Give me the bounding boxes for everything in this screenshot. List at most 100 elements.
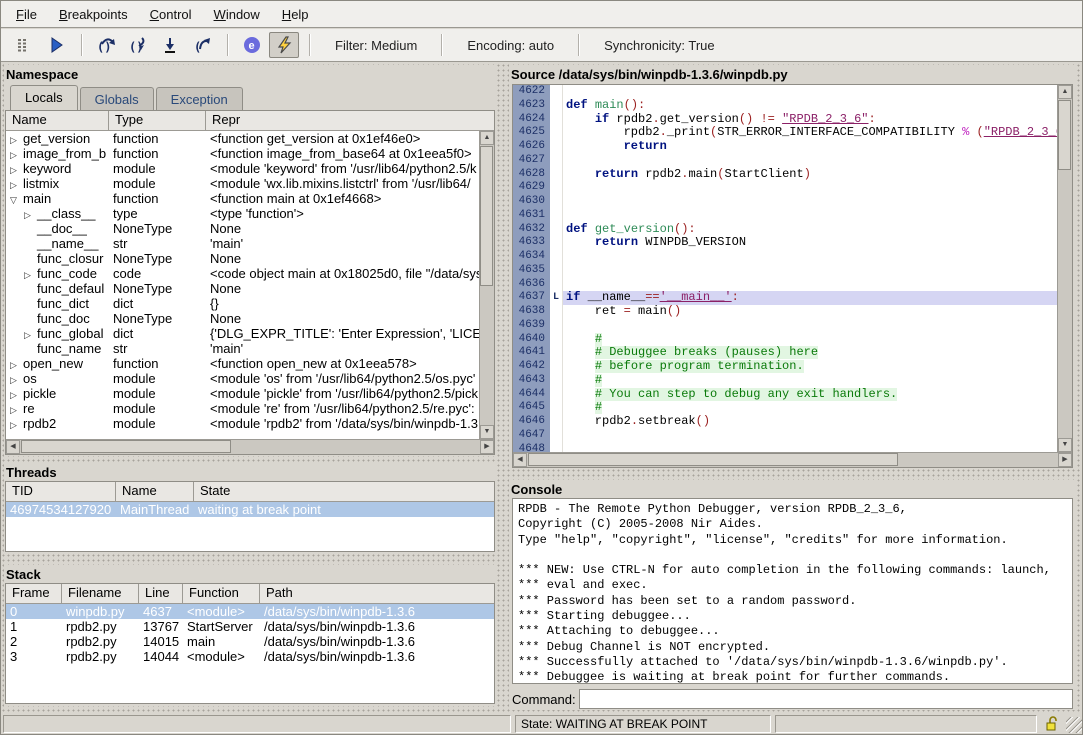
- source-line[interactable]: 4628 return rpdb2.main(StartClient): [513, 168, 1057, 182]
- source-line[interactable]: 4643 #: [513, 374, 1057, 388]
- encoding-button[interactable]: e: [237, 32, 267, 58]
- breakpoint-margin[interactable]: [550, 360, 563, 374]
- table-row[interactable]: ▷rpdb2module<module 'rpdb2' from '/data/…: [6, 416, 479, 431]
- namespace-vertical-scrollbar[interactable]: ▲ ▼: [479, 131, 494, 439]
- source-line[interactable]: 4623def main():: [513, 99, 1057, 113]
- tab-locals[interactable]: Locals: [10, 85, 78, 110]
- column-header-type[interactable]: Type: [109, 111, 206, 130]
- scroll-right-button[interactable]: ▶: [1058, 453, 1072, 467]
- tab-globals[interactable]: Globals: [80, 87, 154, 110]
- breakpoint-margin[interactable]: [550, 374, 563, 388]
- expand-arrow[interactable]: ▷: [10, 388, 23, 401]
- scrollbar-thumb[interactable]: [1058, 100, 1071, 170]
- expand-arrow[interactable]: ▷: [24, 328, 37, 341]
- scroll-left-button[interactable]: ◀: [6, 440, 20, 454]
- menu-item-file[interactable]: File: [5, 3, 48, 26]
- breakpoint-margin[interactable]: [550, 305, 563, 319]
- synchronicity-button[interactable]: [269, 32, 299, 58]
- source-line[interactable]: 4625 rpdb2._print(STR_ERROR_INTERFACE_CO…: [513, 126, 1057, 140]
- source-line[interactable]: 4626 return: [513, 140, 1057, 154]
- source-vertical-scrollbar[interactable]: ▲ ▼: [1057, 85, 1072, 452]
- table-row[interactable]: 3rpdb2.py14044<module>/data/sys/bin/winp…: [6, 649, 494, 664]
- source-horizontal-scrollbar[interactable]: ◀ ▶: [513, 452, 1072, 467]
- expand-arrow[interactable]: ▷: [10, 178, 23, 191]
- source-line[interactable]: 4636: [513, 278, 1057, 292]
- scroll-down-button[interactable]: ▼: [1058, 438, 1072, 452]
- table-row[interactable]: func_namestr'main': [6, 341, 479, 356]
- next-button[interactable]: (): [91, 32, 121, 58]
- column-header-tid[interactable]: TID: [6, 482, 116, 501]
- expand-arrow[interactable]: ▷: [24, 208, 37, 221]
- source-line[interactable]: 4642 # before program termination.: [513, 360, 1057, 374]
- source-line[interactable]: 4639: [513, 319, 1057, 333]
- column-header-frame[interactable]: Frame: [6, 584, 62, 603]
- return-button[interactable]: (: [187, 32, 217, 58]
- table-row[interactable]: 46974534127920MainThreadwaiting at break…: [6, 502, 494, 517]
- table-row[interactable]: ▷picklemodule<module 'pickle' from '/usr…: [6, 386, 479, 401]
- breakpoint-margin[interactable]: [550, 401, 563, 415]
- column-header-function[interactable]: Function: [183, 584, 260, 603]
- source-line[interactable]: 4638 ret = main(): [513, 305, 1057, 319]
- table-row[interactable]: func_defaulNoneTypeNone: [6, 281, 479, 296]
- expand-arrow[interactable]: ▷: [10, 373, 23, 386]
- breakpoint-margin[interactable]: [550, 278, 563, 292]
- breakpoint-margin[interactable]: [550, 415, 563, 429]
- tab-exception[interactable]: Exception: [156, 87, 243, 110]
- expand-arrow[interactable]: ▽: [10, 193, 23, 206]
- table-row[interactable]: ▷listmixmodule<module 'wx.lib.mixins.lis…: [6, 176, 479, 191]
- column-header-path[interactable]: Path: [260, 584, 494, 603]
- source-editor[interactable]: 46224623def main():4624 if rpdb2.get_ver…: [512, 84, 1073, 468]
- breakpoint-margin[interactable]: [550, 388, 563, 402]
- scroll-up-button[interactable]: ▲: [1058, 85, 1072, 99]
- column-header-line[interactable]: Line: [139, 584, 183, 603]
- breakpoint-margin[interactable]: L: [550, 291, 563, 305]
- source-line[interactable]: 4631: [513, 209, 1057, 223]
- breakpoint-margin[interactable]: [550, 113, 563, 127]
- scrollbar-thumb[interactable]: [480, 146, 493, 286]
- table-row[interactable]: __name__str'main': [6, 236, 479, 251]
- source-line[interactable]: 4634: [513, 250, 1057, 264]
- source-line[interactable]: 4633 return WINPDB_VERSION: [513, 236, 1057, 250]
- breakpoint-margin[interactable]: [550, 181, 563, 195]
- command-input[interactable]: [579, 689, 1073, 709]
- step-into-button[interactable]: (): [123, 32, 153, 58]
- source-line[interactable]: 4641 # Debuggee breaks (pauses) here: [513, 346, 1057, 360]
- breakpoint-margin[interactable]: [550, 85, 563, 99]
- table-row[interactable]: ▷get_versionfunction<function get_versio…: [6, 131, 479, 146]
- table-row[interactable]: __doc__NoneTypeNone: [6, 221, 479, 236]
- table-row[interactable]: func_closurNoneTypeNone: [6, 251, 479, 266]
- source-line[interactable]: 4635: [513, 264, 1057, 278]
- console-output[interactable]: RPDB - The Remote Python Debugger, versi…: [512, 498, 1073, 684]
- table-row[interactable]: ▷open_newfunction<function open_new at 0…: [6, 356, 479, 371]
- breakpoint-margin[interactable]: [550, 264, 563, 278]
- scroll-left-button[interactable]: ◀: [513, 453, 527, 467]
- namespace-horizontal-scrollbar[interactable]: ◀ ▶: [6, 439, 494, 454]
- source-line[interactable]: 4645 #: [513, 401, 1057, 415]
- source-line[interactable]: 4622: [513, 85, 1057, 99]
- scroll-up-button[interactable]: ▲: [480, 131, 494, 145]
- source-line[interactable]: 4630: [513, 195, 1057, 209]
- table-row[interactable]: func_dictdict{}: [6, 296, 479, 311]
- source-line[interactable]: 4647: [513, 429, 1057, 443]
- source-line[interactable]: 4629: [513, 181, 1057, 195]
- expand-arrow[interactable]: ▷: [10, 403, 23, 416]
- source-line[interactable]: 4644 # You can step to debug any exit ha…: [513, 388, 1057, 402]
- source-line[interactable]: 4624 if rpdb2.get_version() != "RPDB_2_3…: [513, 113, 1057, 127]
- scroll-right-button[interactable]: ▶: [480, 440, 494, 454]
- breakpoint-margin[interactable]: [550, 99, 563, 113]
- source-line[interactable]: 4640 #: [513, 333, 1057, 347]
- menu-item-help[interactable]: Help: [271, 3, 320, 26]
- expand-arrow[interactable]: ▷: [10, 148, 23, 161]
- source-line[interactable]: 4627: [513, 154, 1057, 168]
- column-header-name[interactable]: Name: [6, 111, 109, 130]
- menu-item-breakpoints[interactable]: Breakpoints: [48, 3, 139, 26]
- breakpoint-margin[interactable]: [550, 429, 563, 443]
- breakpoint-margin[interactable]: [550, 346, 563, 360]
- table-row[interactable]: 2rpdb2.py14015main/data/sys/bin/winpdb-1…: [6, 634, 494, 649]
- table-row[interactable]: ▷osmodule<module 'os' from '/usr/lib64/p…: [6, 371, 479, 386]
- expand-arrow[interactable]: ▷: [10, 418, 23, 431]
- breakpoint-margin[interactable]: [550, 319, 563, 333]
- breakpoint-margin[interactable]: [550, 209, 563, 223]
- table-row[interactable]: 0winpdb.py4637<module>/data/sys/bin/winp…: [6, 604, 494, 619]
- expand-arrow[interactable]: ▷: [24, 268, 37, 281]
